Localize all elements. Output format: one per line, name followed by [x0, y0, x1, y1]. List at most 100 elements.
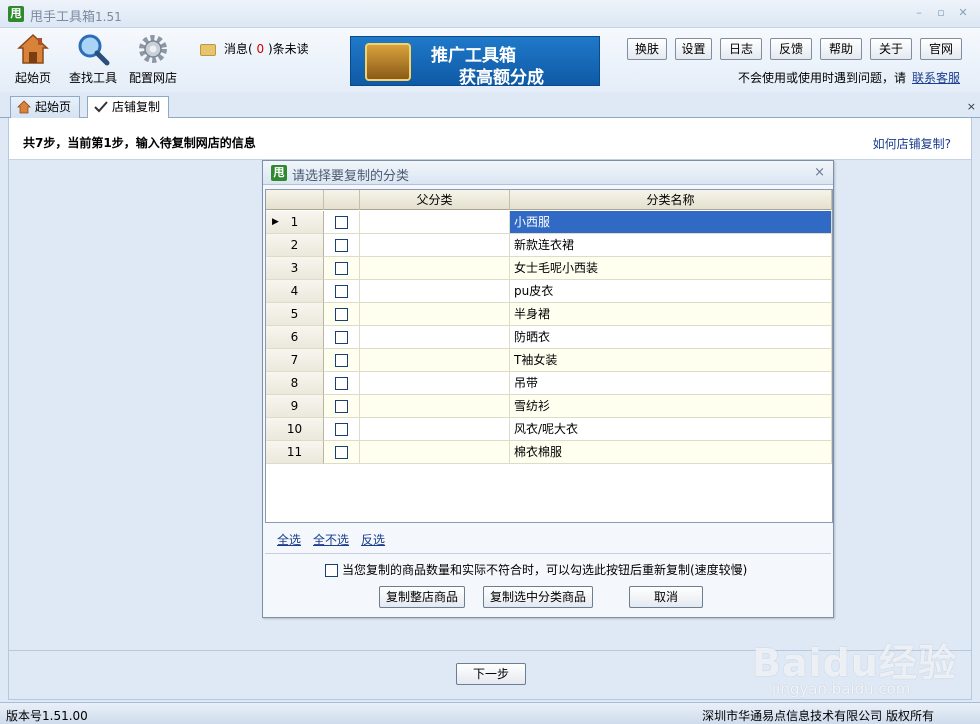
row-checkbox-cell[interactable]	[324, 441, 360, 464]
row-number[interactable]: 11	[266, 441, 324, 464]
tab-store-copy[interactable]: 店铺复制	[87, 96, 170, 119]
minimize-button[interactable]: –	[910, 5, 928, 21]
table-row[interactable]: 3 女士毛呢小西装	[266, 257, 832, 280]
table-row[interactable]: 11 棉衣棉服	[266, 441, 832, 464]
category-name-cell[interactable]: T袖女装	[510, 349, 832, 372]
category-name-cell[interactable]: 雪纺衫	[510, 395, 832, 418]
row-checkbox-cell[interactable]	[324, 326, 360, 349]
find-tool-button[interactable]: 查找工具	[64, 32, 122, 88]
category-name-cell[interactable]: 小西服	[510, 211, 832, 234]
category-name-header[interactable]: 分类名称	[510, 190, 832, 210]
parent-category-cell[interactable]	[360, 349, 510, 372]
parent-category-cell[interactable]	[360, 234, 510, 257]
category-name-cell[interactable]: 风衣/呢大衣	[510, 418, 832, 441]
row-number[interactable]: 6	[266, 326, 324, 349]
promo-banner[interactable]: 推广工具箱 获高额分成	[350, 36, 600, 88]
category-name-cell[interactable]: pu皮衣	[510, 280, 832, 303]
parent-category-cell[interactable]	[360, 372, 510, 395]
recopy-option[interactable]: 当您复制的商品数量和实际不符合时，可以勾选此按钮后重新复制(速度较慢)	[325, 561, 747, 578]
row-number[interactable]: 3	[266, 257, 324, 280]
row-checkbox[interactable]	[335, 308, 348, 321]
row-checkbox[interactable]	[335, 423, 348, 436]
row-number[interactable]: 9	[266, 395, 324, 418]
category-name-cell[interactable]: 棉衣棉服	[510, 441, 832, 464]
row-checkbox[interactable]	[335, 400, 348, 413]
copy-store-button[interactable]: 复制整店商品	[379, 586, 465, 608]
row-checkbox[interactable]	[335, 331, 348, 344]
settings-button[interactable]: 设置	[675, 38, 712, 60]
row-number[interactable]: 8	[266, 372, 324, 395]
row-checkbox[interactable]	[335, 239, 348, 252]
tab-home[interactable]: 起始页	[10, 96, 81, 118]
row-checkbox-cell[interactable]	[324, 303, 360, 326]
howto-link[interactable]: 如何店铺复制?	[873, 135, 951, 152]
category-name-cell[interactable]: 吊带	[510, 372, 832, 395]
table-row[interactable]: 8 吊带	[266, 372, 832, 395]
message-indicator[interactable]: 消息( 0 )条未读	[200, 40, 309, 57]
row-checkbox-cell[interactable]	[324, 395, 360, 418]
select-none-link[interactable]: 全不选	[313, 533, 349, 547]
parent-category-cell[interactable]	[360, 418, 510, 441]
parent-category-cell[interactable]	[360, 280, 510, 303]
table-row[interactable]: 2 新款连衣裙	[266, 234, 832, 257]
parent-category-cell[interactable]	[360, 395, 510, 418]
row-checkbox[interactable]	[335, 377, 348, 390]
row-checkbox-cell[interactable]	[324, 234, 360, 257]
row-checkbox-cell[interactable]	[324, 349, 360, 372]
row-number[interactable]: 4	[266, 280, 324, 303]
parent-category-cell[interactable]	[360, 303, 510, 326]
table-row[interactable]: 6 防晒衣	[266, 326, 832, 349]
row-checkbox[interactable]	[335, 446, 348, 459]
recopy-checkbox[interactable]	[325, 564, 338, 577]
category-name-cell[interactable]: 女士毛呢小西装	[510, 257, 832, 280]
parent-category-header[interactable]: 父分类	[360, 190, 510, 210]
row-checkbox-cell[interactable]	[324, 257, 360, 280]
row-checkbox-cell[interactable]	[324, 280, 360, 303]
home-button[interactable]: 起始页	[4, 32, 62, 88]
official-site-button[interactable]: 官网	[920, 38, 962, 60]
category-name-cell[interactable]: 新款连衣裙	[510, 234, 832, 257]
about-button[interactable]: 关于	[870, 38, 912, 60]
parent-category-cell[interactable]	[360, 326, 510, 349]
row-checkbox-cell[interactable]	[324, 211, 360, 234]
row-checkbox[interactable]	[335, 285, 348, 298]
parent-category-cell[interactable]	[360, 211, 510, 234]
close-window-button[interactable]: ✕	[954, 5, 972, 21]
row-number[interactable]: ▶ 1	[266, 211, 324, 234]
row-number[interactable]: 7	[266, 349, 324, 372]
title-bar: 甩 甩手工具箱1.51 – ▫ ✕	[0, 0, 980, 28]
category-name-cell[interactable]: 半身裙	[510, 303, 832, 326]
table-row[interactable]: 7 T袖女装	[266, 349, 832, 372]
parent-category-cell[interactable]	[360, 257, 510, 280]
table-row[interactable]: 9 雪纺衫	[266, 395, 832, 418]
row-number[interactable]: 2	[266, 234, 324, 257]
main-toolbar: 起始页 查找工具 配置网店 消息( 0 )条未读 推广工具箱 获高额分成 换肤 …	[0, 28, 980, 92]
maximize-button[interactable]: ▫	[932, 5, 950, 21]
parent-category-cell[interactable]	[360, 441, 510, 464]
row-checkbox-cell[interactable]	[324, 418, 360, 441]
table-row[interactable]: 10 风衣/呢大衣	[266, 418, 832, 441]
row-number[interactable]: 10	[266, 418, 324, 441]
close-tab-button[interactable]: ×	[967, 100, 976, 113]
invert-selection-link[interactable]: 反选	[361, 533, 385, 547]
next-step-button[interactable]: 下一步	[456, 663, 526, 685]
row-checkbox[interactable]	[335, 354, 348, 367]
log-button[interactable]: 日志	[720, 38, 762, 60]
dialog-close-button[interactable]: ×	[814, 165, 825, 180]
row-checkbox[interactable]	[335, 262, 348, 275]
table-row[interactable]: 4 pu皮衣	[266, 280, 832, 303]
feedback-button[interactable]: 反馈	[770, 38, 812, 60]
select-all-link[interactable]: 全选	[277, 533, 301, 547]
row-number[interactable]: 5	[266, 303, 324, 326]
cancel-button[interactable]: 取消	[629, 586, 703, 608]
row-checkbox[interactable]	[335, 216, 348, 229]
table-row[interactable]: ▶ 1 小西服	[266, 211, 832, 234]
config-store-button[interactable]: 配置网店	[124, 32, 182, 88]
row-checkbox-cell[interactable]	[324, 372, 360, 395]
category-name-cell[interactable]: 防晒衣	[510, 326, 832, 349]
table-row[interactable]: 5 半身裙	[266, 303, 832, 326]
contact-support-link[interactable]: 联系客服	[912, 71, 960, 85]
copy-selected-button[interactable]: 复制选中分类商品	[483, 586, 593, 608]
help-button[interactable]: 帮助	[820, 38, 862, 60]
skin-button[interactable]: 换肤	[627, 38, 667, 60]
